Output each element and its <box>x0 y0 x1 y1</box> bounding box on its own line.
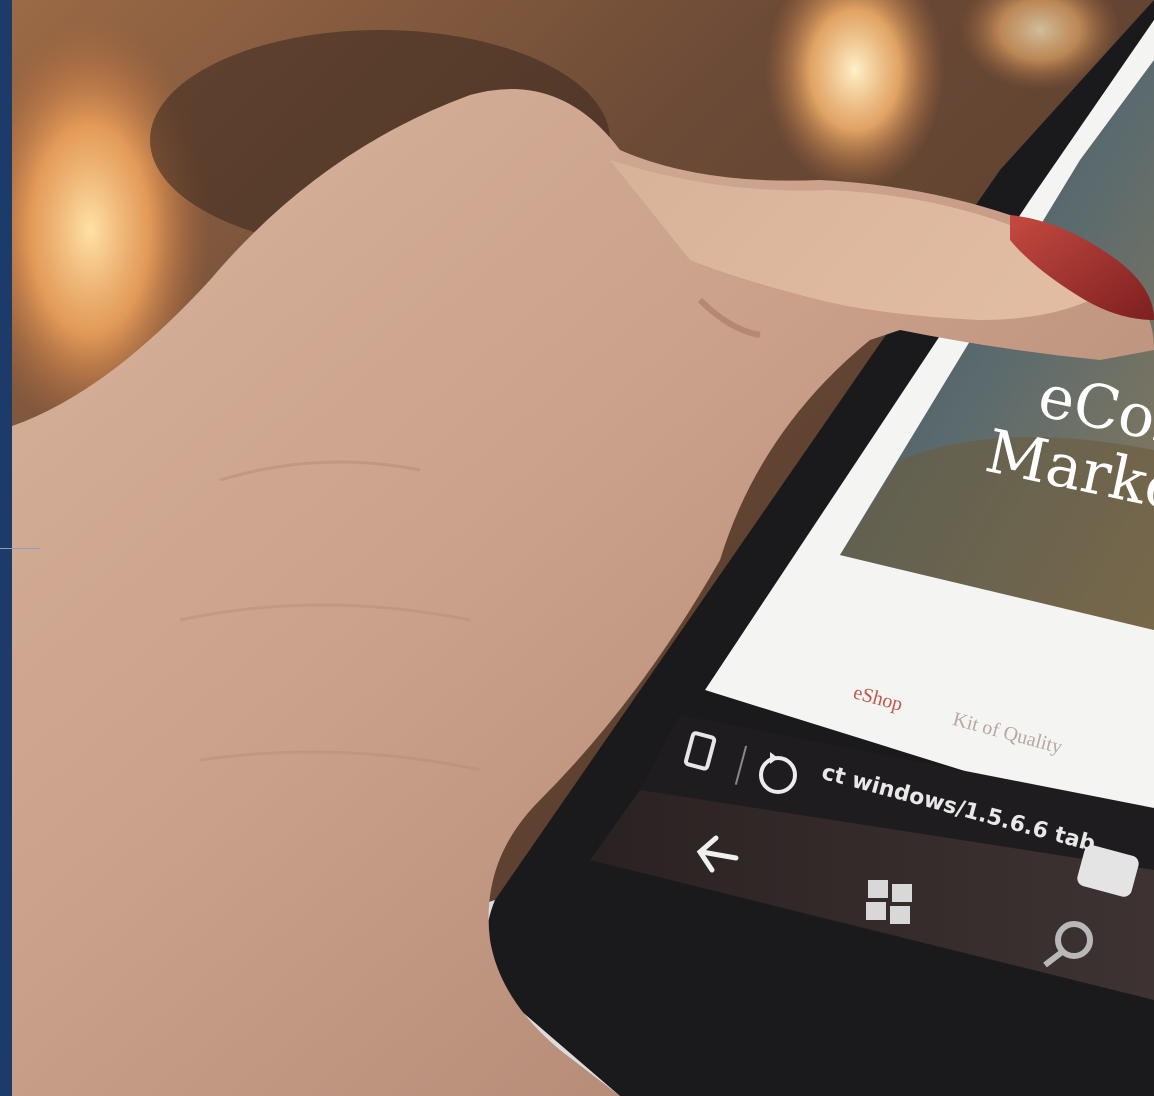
photo: S eCor Marke eShop Kit of Quality ct win… <box>0 0 1154 1096</box>
